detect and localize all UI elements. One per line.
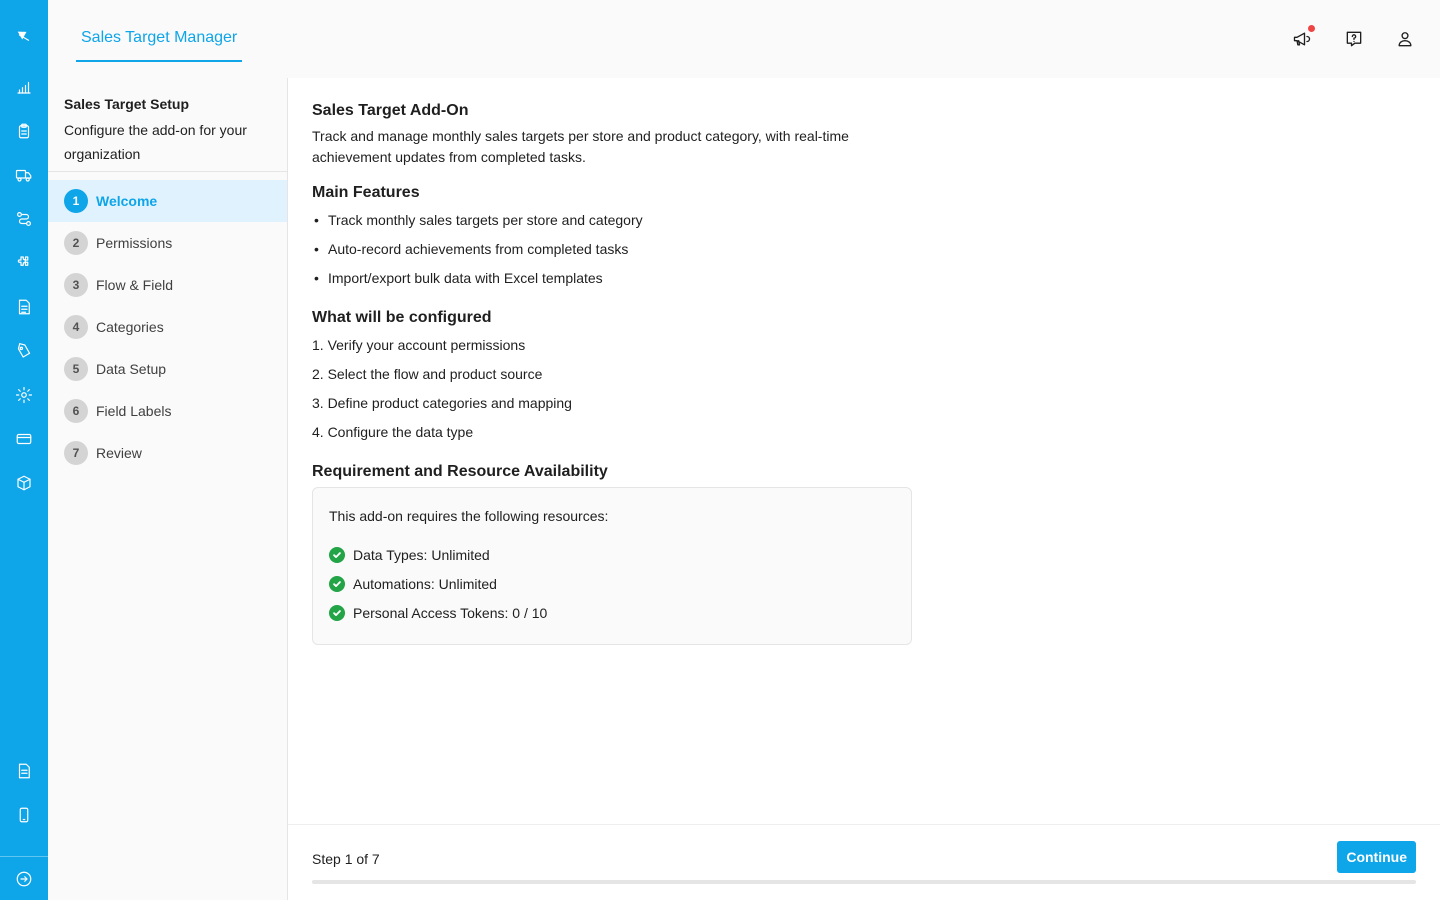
chart-icon[interactable] xyxy=(12,75,36,99)
list-item: 2. Select the flow and product source xyxy=(312,366,543,382)
clipboard-icon[interactable] xyxy=(12,119,36,143)
step-label: Welcome xyxy=(96,193,158,209)
resource-item: Personal Access Tokens: 0 / 10 xyxy=(329,598,895,627)
step-list: 1 Welcome 2 Permissions 3 Flow & Field 4… xyxy=(48,180,287,474)
resource-item: Data Types: Unlimited xyxy=(329,540,895,569)
requirements-section: Requirement and Resource Availability Th… xyxy=(312,461,912,645)
list-item: 1. Verify your account permissions xyxy=(312,337,526,353)
user-icon[interactable] xyxy=(1393,27,1417,51)
step-categories[interactable]: 4 Categories xyxy=(48,306,287,348)
list-item: Track monthly sales targets per store an… xyxy=(312,206,912,235)
mobile-icon[interactable] xyxy=(12,803,36,827)
list-item: Import/export bulk data with Excel templ… xyxy=(312,264,912,293)
step-review[interactable]: 7 Review xyxy=(48,432,287,474)
list-item: 4. Configure the data type xyxy=(312,424,474,440)
config-section: What will be configured 1. Verify your a… xyxy=(312,307,912,447)
puzzle-icon[interactable] xyxy=(12,251,36,275)
notes-icon[interactable] xyxy=(12,759,36,783)
features-heading: Main Features xyxy=(312,184,420,201)
intro-text: Track and manage monthly sales targets p… xyxy=(312,128,849,165)
resource-intro: This add-on requires the following resou… xyxy=(329,508,609,524)
rail-divider xyxy=(0,856,48,857)
step-field-labels[interactable]: 6 Field Labels xyxy=(48,390,287,432)
config-list: 1. Verify your account permissions 2. Se… xyxy=(312,331,912,447)
step-data-setup[interactable]: 5 Data Setup xyxy=(48,348,287,390)
step-label: Permissions xyxy=(96,235,173,251)
resource-label: Personal Access Tokens: 0 / 10 xyxy=(353,604,548,621)
step-number: 2 xyxy=(64,231,88,255)
progress-bar xyxy=(312,880,1416,884)
check-circle-icon xyxy=(329,604,345,621)
step-flow-field[interactable]: 3 Flow & Field xyxy=(48,264,287,306)
step-indicator: Step 1 of 7 xyxy=(312,851,380,867)
main-content: Sales Target Add-On Track and manage mon… xyxy=(288,78,1440,900)
box-icon[interactable] xyxy=(12,471,36,495)
step-label: Review xyxy=(96,445,142,461)
step-label: Data Setup xyxy=(96,361,167,377)
logo-icon[interactable] xyxy=(12,23,36,47)
step-welcome[interactable]: 1 Welcome xyxy=(48,180,287,222)
document-icon[interactable] xyxy=(12,295,36,319)
step-label: Categories xyxy=(96,319,164,335)
requirements-heading: Requirement and Resource Availability xyxy=(312,463,608,480)
resource-box: This add-on requires the following resou… xyxy=(312,487,912,645)
step-number: 1 xyxy=(64,189,88,213)
resource-item: Automations: Unlimited xyxy=(329,569,895,598)
features-list: Track monthly sales targets per store an… xyxy=(312,206,912,293)
app-rail xyxy=(0,0,48,900)
list-item: Auto-record achievements from completed … xyxy=(312,235,912,264)
welcome-content: Sales Target Add-On Track and manage mon… xyxy=(312,100,912,645)
sidebar-description: Configure the add-on for your organizati… xyxy=(64,122,247,162)
workflow-icon[interactable] xyxy=(12,207,36,231)
resource-label: Automations: Unlimited xyxy=(353,575,497,592)
logout-icon[interactable] xyxy=(12,867,36,891)
continue-button[interactable]: Continue xyxy=(1337,841,1416,873)
list-item: 3. Define product categories and mapping xyxy=(312,395,572,411)
help-icon[interactable] xyxy=(1342,27,1366,51)
step-number: 5 xyxy=(64,357,88,381)
sidebar-header: Sales Target Setup Configure the add-on … xyxy=(48,78,287,172)
step-permissions[interactable]: 2 Permissions xyxy=(48,222,287,264)
config-heading: What will be configured xyxy=(312,309,492,326)
tag-icon[interactable] xyxy=(12,339,36,363)
step-number: 4 xyxy=(64,315,88,339)
step-label: Flow & Field xyxy=(96,277,174,293)
step-number: 3 xyxy=(64,273,88,297)
check-circle-icon xyxy=(329,546,345,563)
megaphone-icon[interactable] xyxy=(1290,25,1315,51)
resource-label: Data Types: Unlimited xyxy=(353,546,490,563)
check-circle-icon xyxy=(329,575,345,592)
step-number: 7 xyxy=(64,441,88,465)
setup-sidebar: Sales Target Setup Configure the add-on … xyxy=(48,78,288,900)
gear-icon[interactable] xyxy=(12,383,36,407)
tab-sales-target-manager[interactable]: Sales Target Manager xyxy=(76,26,243,62)
sidebar-title: Sales Target Setup xyxy=(64,96,190,112)
top-header: Sales Target Manager xyxy=(48,0,1440,78)
truck-icon[interactable] xyxy=(12,163,36,187)
step-number: 6 xyxy=(64,399,88,423)
wizard-footer: Step 1 of 7 Continue xyxy=(288,824,1440,900)
page-title: Sales Target Add-On xyxy=(312,102,469,119)
features-section: Main Features Track monthly sales target… xyxy=(312,182,912,293)
step-label: Field Labels xyxy=(96,403,172,419)
notification-dot xyxy=(1308,25,1315,32)
credit-card-icon[interactable] xyxy=(12,427,36,451)
